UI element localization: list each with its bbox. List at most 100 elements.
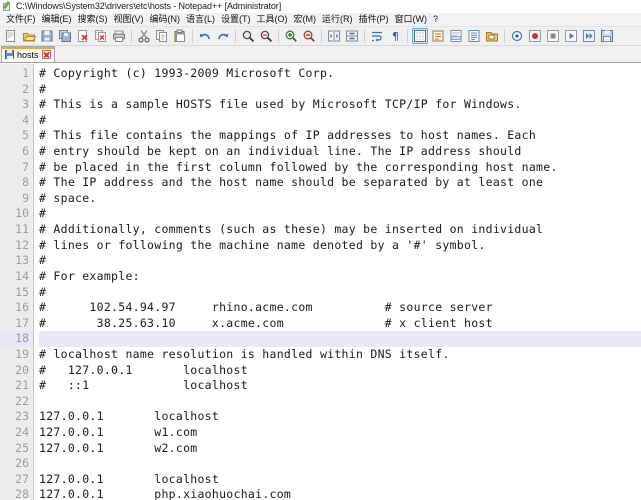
code-line[interactable]: # ::1 localhost (39, 378, 641, 394)
code-line[interactable]: # (39, 285, 641, 301)
code-line[interactable]: # lines or following the machine name de… (39, 238, 641, 254)
notepadpp-window: C:\Windows\System32\drivers\etc\hosts - … (0, 0, 641, 500)
line-number: 22 (15, 393, 29, 408)
menu-window[interactable]: 窗口(W) (392, 13, 431, 26)
undo-icon[interactable] (197, 28, 213, 44)
save-icon[interactable] (39, 28, 55, 44)
code-line[interactable] (39, 394, 641, 410)
save-macro-icon[interactable] (599, 28, 615, 44)
zoom-out-icon[interactable] (301, 28, 317, 44)
run-macro-multiple-icon[interactable] (581, 28, 597, 44)
code-line[interactable]: 127.0.0.1 php.xiaohuochai.com (39, 487, 641, 500)
close-all-files-icon[interactable] (93, 28, 109, 44)
open-file-icon[interactable] (21, 28, 37, 44)
code-line[interactable]: # 127.0.0.1 localhost (39, 363, 641, 379)
separator-5 (321, 29, 322, 43)
separator-4 (278, 29, 279, 43)
code-line[interactable]: 127.0.0.1 w1.com (39, 425, 641, 441)
separator-8 (504, 29, 505, 43)
line-number: 18 (0, 331, 33, 347)
code-line[interactable]: 127.0.0.1 localhost (39, 472, 641, 488)
document-map-icon[interactable] (448, 28, 464, 44)
replace-icon[interactable] (258, 28, 274, 44)
code-line[interactable]: # Copyright (c) 1993-2009 Microsoft Corp… (39, 66, 641, 82)
code-line[interactable]: # (39, 82, 641, 98)
find-icon[interactable] (240, 28, 256, 44)
code-line[interactable]: # 38.25.63.10 x.acme.com # x client host (39, 316, 641, 332)
stop-macro-icon[interactable] (545, 28, 561, 44)
menu-plugins[interactable]: 插件(P) (356, 13, 392, 26)
monitoring-icon[interactable] (509, 28, 525, 44)
copy-icon[interactable] (154, 28, 170, 44)
code-line[interactable]: 127.0.0.1 localhost (39, 409, 641, 425)
menu-run[interactable]: 运行(R) (319, 13, 356, 26)
floppy-disk-icon (5, 50, 14, 59)
line-number: 2 (22, 81, 29, 96)
line-number: 26 (15, 456, 29, 471)
redo-icon[interactable] (215, 28, 231, 44)
zoom-in-icon[interactable] (283, 28, 299, 44)
tab-hosts[interactable]: hosts (1, 46, 55, 62)
menu-help[interactable]: ? (430, 13, 441, 26)
code-line[interactable]: # (39, 253, 641, 269)
tab-bar: hosts (0, 46, 641, 63)
code-line[interactable]: # (39, 206, 641, 222)
separator-6 (364, 29, 365, 43)
line-number: 16 (15, 300, 29, 315)
code-line[interactable]: # (39, 113, 641, 129)
menu-settings[interactable]: 设置(T) (218, 13, 254, 26)
code-line[interactable]: # entry should be kept on an individual … (39, 144, 641, 160)
line-number: 3 (22, 97, 29, 112)
code-line[interactable]: # This is a sample HOSTS file used by Mi… (39, 97, 641, 113)
cut-icon[interactable] (136, 28, 152, 44)
folder-workspace-icon[interactable] (484, 28, 500, 44)
user-defined-dialog-icon[interactable] (430, 28, 446, 44)
code-line[interactable]: 127.0.0.1 w2.com (39, 441, 641, 457)
new-file-icon[interactable] (3, 28, 19, 44)
line-number: 20 (15, 362, 29, 377)
code-line[interactable]: # The IP address and the host name shoul… (39, 175, 641, 191)
record-macro-icon[interactable] (527, 28, 543, 44)
function-list-icon[interactable] (466, 28, 482, 44)
line-number: 9 (22, 190, 29, 205)
menu-file[interactable]: 文件(F) (3, 13, 39, 26)
code-text-area[interactable]: # Copyright (c) 1993-2009 Microsoft Corp… (34, 64, 641, 500)
code-line[interactable]: # Additionally, comments (such as these)… (39, 222, 641, 238)
sync-horizontal-scroll-icon[interactable] (344, 28, 360, 44)
line-number: 8 (22, 175, 29, 190)
svg-text:¶: ¶ (392, 30, 399, 43)
editor-area[interactable]: 1 2 3 4 5 6 7 8 9 10 11 12 13 14 15 16 17 18 19 20 21 22 23 24 2… (0, 63, 641, 500)
menu-language[interactable]: 语言(L) (183, 13, 218, 26)
menu-macro[interactable]: 宏(M) (291, 13, 320, 26)
line-number-gutter: 1 2 3 4 5 6 7 8 9 10 11 12 13 14 15 16 17 18 19 20 21 22 23 24 2… (0, 64, 34, 500)
code-line[interactable]: # be placed in the first column followed… (39, 160, 641, 176)
code-line[interactable] (39, 456, 641, 472)
code-line[interactable]: # For example: (39, 269, 641, 285)
separator-1 (131, 29, 132, 43)
close-icon[interactable] (41, 50, 51, 59)
code-line[interactable]: # 102.54.94.97 rhino.acme.com # source s… (39, 300, 641, 316)
menu-edit[interactable]: 编辑(E) (39, 13, 75, 26)
show-all-characters-icon[interactable]: ¶ (387, 28, 403, 44)
close-file-icon[interactable] (75, 28, 91, 44)
word-wrap-icon[interactable] (369, 28, 385, 44)
print-icon[interactable] (111, 28, 127, 44)
paste-icon[interactable] (172, 28, 188, 44)
play-macro-icon[interactable] (563, 28, 579, 44)
code-line[interactable] (39, 331, 641, 347)
code-line[interactable]: # localhost name resolution is handled w… (39, 347, 641, 363)
code-line[interactable]: # space. (39, 191, 641, 207)
line-number: 23 (15, 409, 29, 424)
code-line[interactable]: # This file contains the mappings of IP … (39, 128, 641, 144)
sync-vertical-scroll-icon[interactable] (326, 28, 342, 44)
menu-view[interactable]: 视图(V) (111, 13, 147, 26)
menu-search[interactable]: 搜索(S) (75, 13, 111, 26)
menu-encoding[interactable]: 编码(N) (147, 13, 184, 26)
save-all-icon[interactable] (57, 28, 73, 44)
indent-guide-icon[interactable] (412, 28, 428, 44)
line-number: 19 (15, 346, 29, 361)
separator-2 (192, 29, 193, 43)
menu-tools[interactable]: 工具(O) (254, 13, 291, 26)
line-number: 13 (15, 253, 29, 268)
separator-3 (235, 29, 236, 43)
